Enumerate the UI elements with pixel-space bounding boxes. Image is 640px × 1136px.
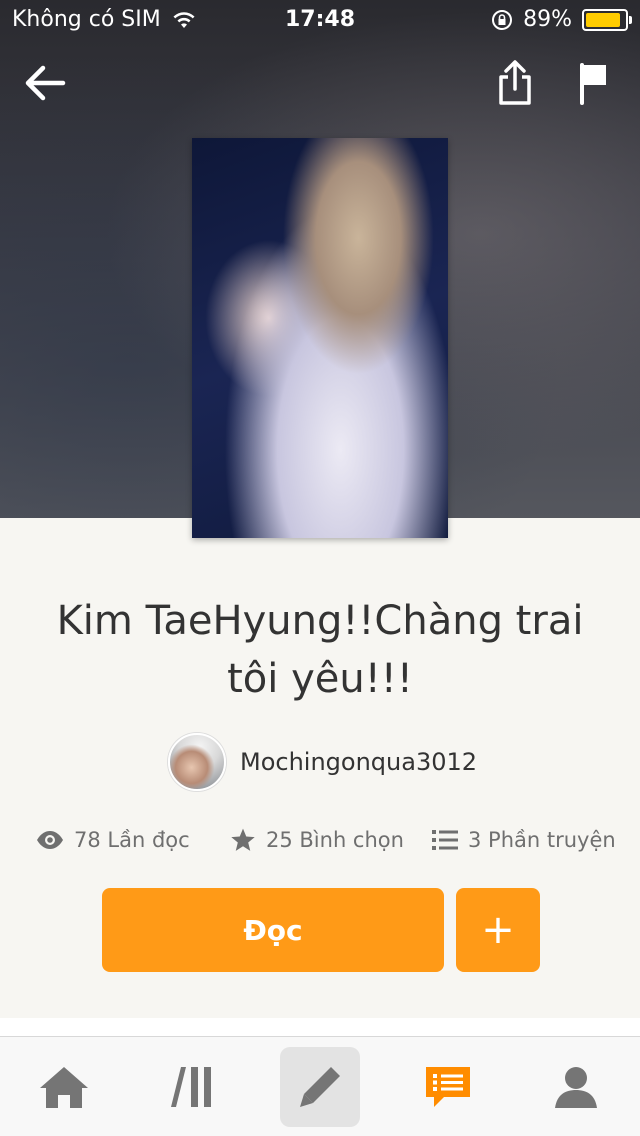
home-icon (40, 1067, 88, 1108)
stat-reads: 78 Lần đọc (36, 822, 190, 858)
stat-votes: 25 Bình chọn (230, 822, 404, 858)
stat-parts: 3 Phần truyện (432, 822, 616, 858)
battery-level-fill (586, 12, 620, 27)
story-cover-image[interactable] (192, 138, 448, 538)
content-divider (0, 1018, 640, 1036)
tab-write[interactable] (280, 1047, 360, 1127)
tab-messages[interactable] (408, 1047, 488, 1127)
share-button[interactable] (490, 58, 540, 108)
arrow-left-icon (25, 65, 66, 101)
rotation-lock-icon (492, 9, 513, 30)
back-button[interactable] (20, 58, 70, 108)
eye-icon (37, 831, 63, 849)
list-icon (432, 830, 458, 850)
reads-count: 78 Lần đọc (74, 828, 190, 852)
parts-count: 3 Phần truyện (468, 828, 616, 852)
author-avatar[interactable] (168, 733, 226, 791)
battery-icon (582, 8, 632, 31)
pencil-icon (300, 1067, 340, 1107)
status-bar: Không có SIM 17:48 89% (0, 0, 640, 40)
tab-home[interactable] (24, 1047, 104, 1127)
story-stats: 78 Lần đọc 25 Bình chọn 3 Phần truyện (0, 822, 640, 858)
library-icon (171, 1067, 211, 1107)
profile-icon (555, 1067, 597, 1108)
messages-icon (426, 1067, 470, 1107)
story-title: Kim TaeHyung!!Chàng trai tôi yêu!!! (56, 598, 584, 702)
status-right: 89% (491, 7, 632, 32)
tab-library[interactable] (152, 1047, 232, 1127)
author-link[interactable]: Mochingonqua3012 (168, 732, 477, 792)
bottom-tab-bar (0, 1036, 640, 1136)
share-icon (499, 60, 531, 105)
votes-count: 25 Bình chọn (266, 828, 404, 852)
battery-percent: 89% (523, 7, 572, 32)
tab-profile[interactable] (536, 1047, 616, 1127)
report-button[interactable] (568, 58, 618, 108)
add-to-library-button[interactable]: + (456, 888, 540, 972)
flag-icon (580, 63, 606, 105)
read-button[interactable]: Đọc (102, 888, 444, 972)
star-icon (231, 828, 255, 851)
author-name[interactable]: Mochingonqua3012 (240, 748, 477, 776)
